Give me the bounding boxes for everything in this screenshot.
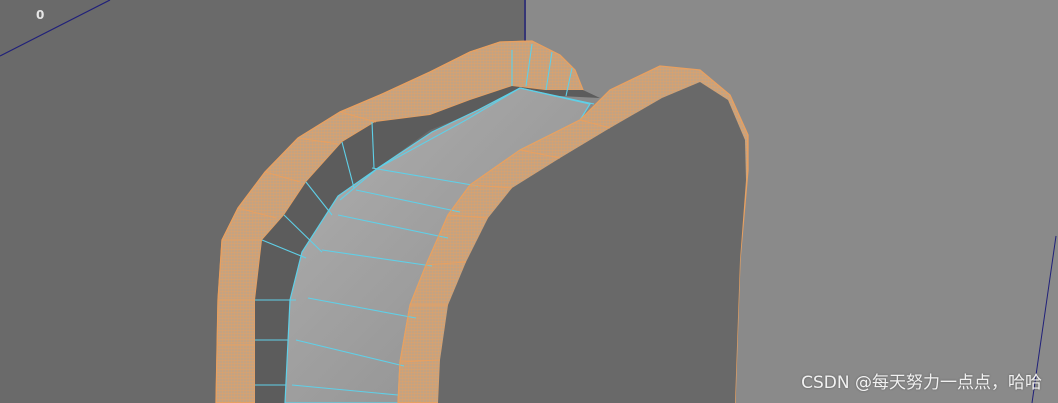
maya-viewport[interactable]: 0 CSDN @每天努力一点点，哈哈: [0, 0, 1058, 403]
watermark-text: CSDN @每天努力一点点，哈哈: [801, 373, 1042, 393]
viewport-hud-label: 0: [36, 8, 45, 22]
viewport-scene[interactable]: [0, 0, 1058, 403]
